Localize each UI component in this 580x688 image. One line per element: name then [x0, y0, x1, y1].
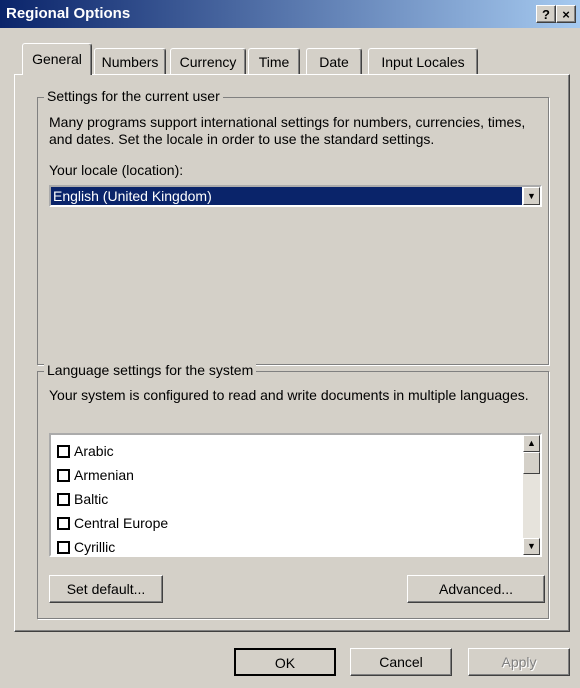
armenian-label: Armenian: [74, 467, 134, 483]
central-europe-label: Central Europe: [74, 515, 169, 531]
scroll-thumb[interactable]: [523, 452, 540, 474]
scroll-up-icon[interactable]: ▲: [523, 435, 540, 452]
current-user-description: Many programs support international sett…: [49, 114, 526, 147]
arabic-checkbox[interactable]: [57, 444, 70, 458]
system-language-legend: Language settings for the system: [44, 362, 257, 378]
baltic-checkbox[interactable]: [57, 492, 70, 506]
general-tab-panel: Settings for the current user Many progr…: [14, 74, 570, 632]
list-item[interactable]: Arabic: [57, 441, 114, 461]
cyrillic-checkbox[interactable]: [57, 540, 70, 554]
window-title: Regional Options: [6, 5, 131, 22]
title-bar[interactable]: Regional Options ? ×: [0, 0, 580, 28]
advanced-button[interactable]: Advanced...: [407, 575, 545, 603]
system-language-description: Your system is configured to read and wr…: [49, 387, 529, 403]
set-default-button[interactable]: Set default...: [49, 575, 163, 603]
tab-numbers[interactable]: Numbers: [94, 48, 166, 74]
arabic-label: Arabic: [74, 443, 114, 459]
list-item[interactable]: Cyrillic: [57, 537, 115, 557]
ok-button[interactable]: OK: [234, 648, 336, 676]
baltic-label: Baltic: [74, 491, 109, 507]
central-europe-checkbox[interactable]: [57, 516, 70, 530]
cancel-button[interactable]: Cancel: [350, 648, 452, 676]
tab-time[interactable]: Time: [248, 48, 300, 74]
language-list-scrollbar[interactable]: ▲ ▼: [523, 435, 540, 555]
tab-currency[interactable]: Currency: [170, 48, 246, 74]
tab-input-locales[interactable]: Input Locales: [368, 48, 478, 74]
help-button[interactable]: ?: [536, 5, 556, 23]
current-user-legend: Settings for the current user: [44, 88, 223, 104]
tab-date[interactable]: Date: [306, 48, 362, 74]
scroll-down-icon[interactable]: ▼: [523, 538, 540, 555]
close-button[interactable]: ×: [556, 5, 576, 23]
locale-label: Your locale (location):: [49, 162, 184, 178]
list-item[interactable]: Armenian: [57, 465, 134, 485]
dropdown-arrow-icon[interactable]: ▼: [523, 187, 540, 205]
tab-general[interactable]: General: [22, 43, 92, 75]
apply-button[interactable]: Apply: [468, 648, 570, 676]
armenian-checkbox[interactable]: [57, 468, 70, 482]
list-item[interactable]: Baltic: [57, 489, 108, 509]
cyrillic-label: Cyrillic: [74, 539, 116, 555]
language-list[interactable]: Arabic Armenian Baltic Central Europe Cy…: [49, 433, 542, 557]
locale-selected-value: English (United Kingdom): [51, 187, 522, 205]
list-item[interactable]: Central Europe: [57, 513, 168, 533]
locale-combobox[interactable]: English (United Kingdom) ▼: [49, 185, 542, 207]
